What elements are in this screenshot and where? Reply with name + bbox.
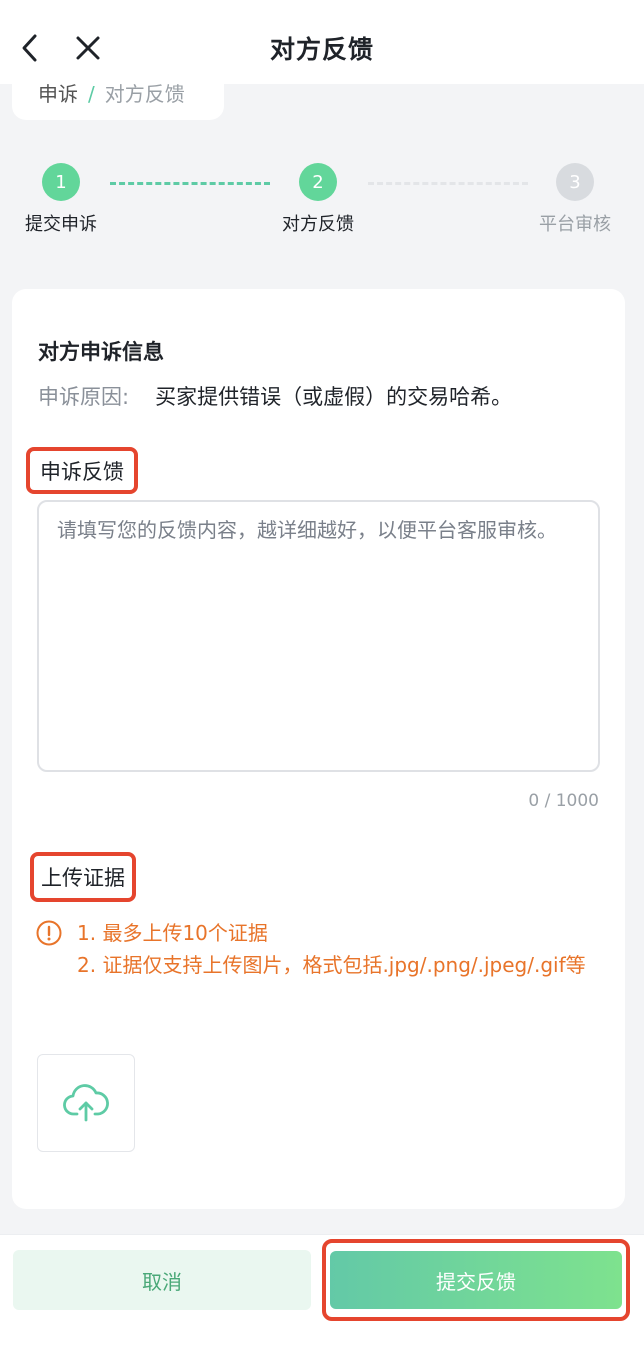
step-2-circle: 2: [299, 163, 337, 201]
feedback-textarea[interactable]: 请填写您的反馈内容，越详细越好，以便平台客服审核。: [37, 500, 600, 772]
step-1-label: 提交申诉: [25, 214, 97, 235]
breadcrumb-item-appeal[interactable]: 申诉: [38, 82, 78, 106]
appeal-reason-row: 申诉原因: 买家提供错误（或虚假）的交易哈希。: [38, 381, 512, 411]
character-counter: 0 / 1000: [528, 791, 599, 811]
tip-line-2: 2. 证据仅支持上传图片，格式包括.jpg/.png/.jpeg/.gif等: [77, 953, 586, 977]
step-3-circle: 3: [556, 163, 594, 201]
appeal-reason-label: 申诉原因:: [38, 385, 130, 409]
progress-steps: 1 提交申诉 2 对方反馈 3 平台审核: [0, 140, 644, 250]
step-connector-1: [110, 182, 270, 185]
submit-feedback-button[interactable]: 提交反馈: [330, 1251, 622, 1309]
footer-actions: 取消 提交反馈: [0, 1234, 644, 1346]
step-3-label: 平台审核: [539, 214, 611, 235]
breadcrumb-item-current: 对方反馈: [104, 82, 185, 106]
upload-tips: 1. 最多上传10个证据 2. 证据仅支持上传图片，格式包括.jpg/.png/…: [36, 917, 601, 981]
cancel-button[interactable]: 取消: [13, 1250, 311, 1310]
appeal-feedback-card: 对方申诉信息 申诉原因: 买家提供错误（或虚假）的交易哈希。 申诉反馈 请填写您的…: [12, 289, 625, 1209]
tip-line-1: 1. 最多上传10个证据: [77, 921, 268, 945]
upload-evidence-button[interactable]: [37, 1054, 135, 1152]
evidence-label: 上传证据: [30, 852, 136, 902]
page-title: 对方反馈: [269, 35, 374, 64]
submit-highlight: 提交反馈: [322, 1239, 630, 1321]
breadcrumb-separator: /: [88, 82, 95, 106]
cloud-upload-icon: [63, 1084, 109, 1122]
feedback-label: 申诉反馈: [26, 447, 138, 494]
step-1-circle: 1: [42, 163, 80, 201]
step-connector-2: [368, 182, 528, 185]
appeal-reason-value: 买家提供错误（或虚假）的交易哈希。: [155, 385, 513, 409]
appeal-info-title: 对方申诉信息: [38, 340, 164, 364]
warning-icon: [36, 920, 62, 946]
step-2-label: 对方反馈: [282, 214, 354, 235]
app-header: 对方反馈: [0, 0, 644, 84]
